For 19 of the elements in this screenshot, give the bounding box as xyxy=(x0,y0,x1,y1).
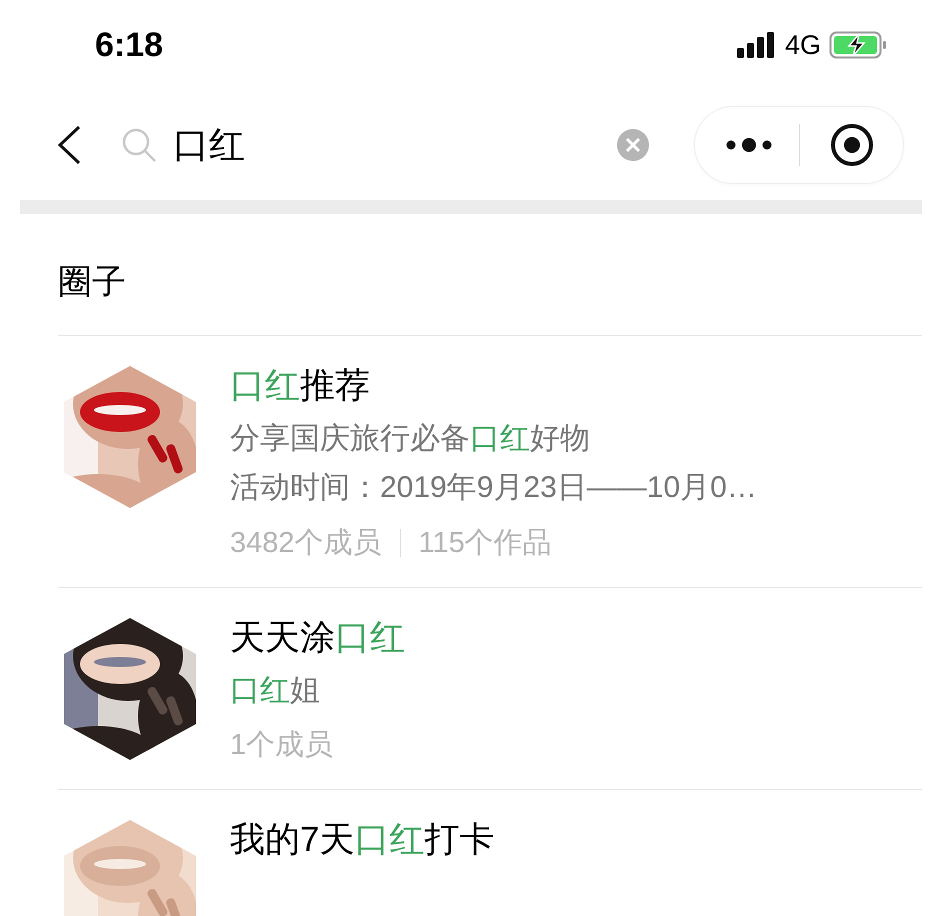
target-icon[interactable] xyxy=(830,123,874,167)
group-description: 活动时间：2019年9月23日——10月0… xyxy=(230,470,757,506)
signal-icon xyxy=(736,32,777,58)
more-icon[interactable] xyxy=(725,138,773,152)
group-title[interactable]: 口红推荐 xyxy=(230,364,757,408)
section-title: 圈子 xyxy=(58,262,127,303)
group-description: 口红姐 xyxy=(230,672,321,709)
group-stat: 1个成员 xyxy=(230,728,334,764)
back-icon[interactable] xyxy=(55,125,83,165)
battery-charging-icon xyxy=(829,31,887,59)
group-stat: 115个作品 xyxy=(418,526,552,561)
network-type: 4G xyxy=(784,28,821,62)
search-field[interactable]: 口红 xyxy=(173,118,616,172)
group-description: 分享国庆旅行必备口红好物 xyxy=(230,420,591,457)
group-title[interactable]: 天天涂口红 xyxy=(230,616,405,660)
search-icon xyxy=(121,127,157,163)
group-stat: 3482个成员 xyxy=(230,526,382,561)
status-time: 6:18 xyxy=(95,24,164,66)
group-title[interactable]: 我的7天口红打卡 xyxy=(230,818,494,862)
